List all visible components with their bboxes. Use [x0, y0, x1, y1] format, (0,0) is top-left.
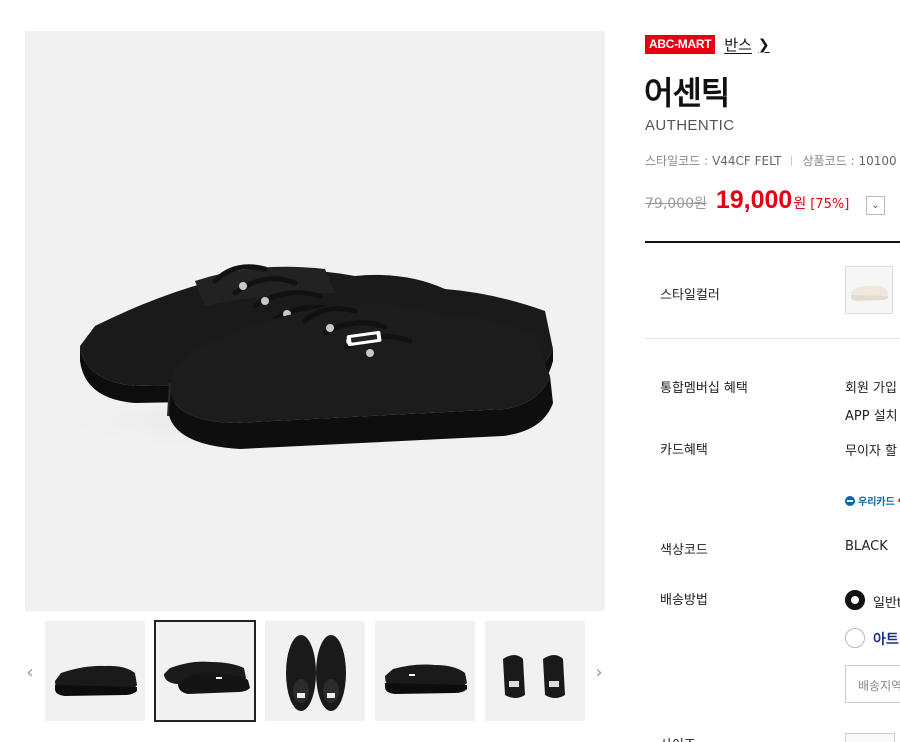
thumbnail-next-icon[interactable]: ›: [589, 656, 609, 688]
discount-rate: [75%]: [810, 197, 850, 212]
product-code-label: 상품코드 :: [802, 154, 855, 168]
style-code-value: V44CF FELT: [712, 153, 782, 168]
product-code-value: 10100: [858, 153, 897, 168]
divider: [645, 241, 900, 243]
shipping-option-radio-1[interactable]: [845, 590, 865, 610]
chevron-right-icon: ❯: [757, 36, 770, 53]
product-main-image: [25, 31, 605, 611]
shipping-option-radio-2[interactable]: [845, 628, 865, 648]
color-code-value: BLACK: [845, 539, 888, 554]
thumbnail-5[interactable]: [485, 621, 585, 721]
sale-price-unit: 원: [793, 196, 807, 212]
style-code-label: 스타일코드 :: [645, 154, 709, 168]
product-subtitle: AUTHENTIC: [645, 117, 735, 134]
woori-card-icon: [845, 495, 855, 506]
membership-benefit-1: 회원 가입: [845, 381, 897, 396]
woori-card-text: 우리카드: [858, 497, 895, 508]
shipping-option-label-2[interactable]: 아트: [873, 629, 899, 649]
brand-name[interactable]: 반스: [724, 34, 752, 55]
thumbnail-3[interactable]: [265, 621, 365, 721]
size-option[interactable]: [845, 733, 895, 742]
thumbnail-2[interactable]: [154, 620, 256, 722]
card-benefit-1: 무이자 할: [845, 444, 897, 459]
membership-label: 통합멤버십 혜택: [660, 381, 748, 396]
brand-row: ABC-MART 반스 ❯: [645, 34, 770, 55]
abc-mart-badge: ABC-MART: [645, 35, 716, 54]
thumbnail-prev-icon[interactable]: ‹: [20, 656, 40, 688]
membership-benefit-2: APP 설치: [845, 409, 898, 424]
shipping-option-label-1[interactable]: 일반t: [873, 592, 900, 611]
woori-card-logo: 우리카드 4: [845, 493, 900, 508]
original-price: 79,000원: [645, 196, 707, 212]
delivery-region-select[interactable]: 배송지역: [845, 665, 900, 703]
divider: [645, 338, 900, 339]
price-detail-toggle-icon[interactable]: ⌄: [866, 196, 885, 215]
price-row: 79,000원 19,000 원 [75%]: [645, 186, 849, 215]
main-image-sneakers: [45, 264, 553, 453]
style-color-swatch[interactable]: [845, 266, 893, 314]
product-title: 어센틱: [644, 74, 730, 112]
size-label: 사이즈: [660, 734, 696, 742]
sale-price: 19,000: [715, 186, 793, 214]
color-code-label: 색상코드: [660, 543, 708, 558]
product-codes: 스타일코드 : V44CF FELT 상품코드 : 10100: [645, 152, 897, 169]
card-benefit-label: 카드혜택: [660, 443, 708, 458]
shipping-method-label: 배송방법: [660, 593, 708, 608]
thumbnail-1[interactable]: [45, 621, 145, 721]
code-separator: [791, 155, 793, 166]
style-color-label: 스타일컬러: [660, 288, 720, 303]
thumbnail-4[interactable]: [375, 621, 475, 721]
brand-link[interactable]: 반스 ❯: [724, 34, 769, 55]
